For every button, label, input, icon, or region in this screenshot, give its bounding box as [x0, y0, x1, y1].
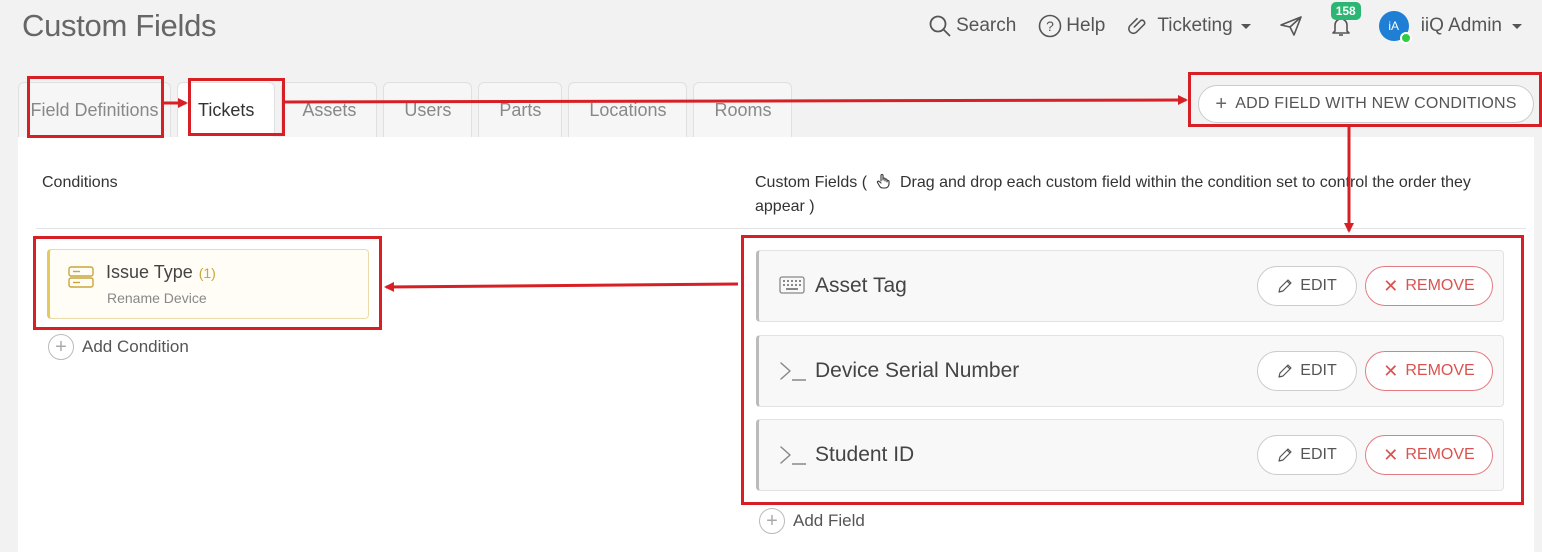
hand-pointer-icon	[877, 173, 891, 189]
tab-locations[interactable]: Locations	[568, 82, 688, 137]
add-condition-button[interactable]: + Add Condition	[48, 334, 189, 360]
custom-fields-title: Custom Fields ( Drag and drop each custo…	[755, 171, 1495, 219]
search-icon	[929, 15, 951, 37]
notification-badge: 158	[1330, 2, 1361, 20]
send-button[interactable]	[1279, 14, 1307, 38]
avatar-initials: iA	[1388, 19, 1400, 33]
caret-down-icon	[1240, 24, 1251, 29]
conditions-title: Conditions	[42, 174, 118, 191]
search-label: Search	[956, 15, 1017, 36]
annotation-box-custom-fields	[741, 235, 1524, 505]
annotation-box-condition	[33, 236, 382, 330]
paper-plane-icon	[1279, 16, 1302, 36]
page-title: Custom Fields	[22, 8, 217, 43]
online-status-dot	[1399, 32, 1412, 44]
help-button[interactable]: ? Help	[1038, 14, 1105, 38]
divider	[36, 228, 1526, 229]
add-field-label: Add Field	[793, 511, 865, 530]
plus-circle-icon: +	[759, 508, 785, 534]
annotation-box-field-definitions	[27, 76, 164, 138]
paperclip-icon	[1128, 17, 1146, 35]
search-button[interactable]: Search	[928, 14, 1016, 38]
add-condition-label: Add Condition	[82, 337, 189, 356]
help-icon: ?	[1038, 14, 1062, 38]
user-menu[interactable]: iA iiQ Admin	[1378, 11, 1528, 44]
tab-rooms[interactable]: Rooms	[693, 82, 793, 137]
annotation-box-tickets	[188, 78, 285, 136]
add-field-button[interactable]: + Add Field	[759, 508, 865, 534]
tab-users[interactable]: Users	[383, 82, 473, 137]
help-label: Help	[1066, 15, 1106, 36]
caret-down-icon	[1512, 24, 1522, 29]
tab-parts[interactable]: Parts	[478, 82, 563, 137]
plus-circle-icon: +	[48, 334, 74, 360]
notifications-button[interactable]: 158	[1329, 2, 1361, 38]
module-dropdown[interactable]: Ticketing	[1127, 15, 1256, 37]
tab-assets[interactable]: Assets	[281, 82, 378, 137]
svg-text:?: ?	[1046, 18, 1054, 34]
top-navigation: Search ? Help Ticketing 158 iA iiQ Admin	[906, 2, 1528, 44]
user-name: iiQ Admin	[1420, 15, 1502, 36]
module-label: Ticketing	[1157, 15, 1233, 36]
avatar: iA	[1378, 11, 1412, 44]
custom-fields-title-prefix: Custom Fields (	[755, 174, 868, 191]
annotation-box-add-field	[1188, 72, 1542, 127]
